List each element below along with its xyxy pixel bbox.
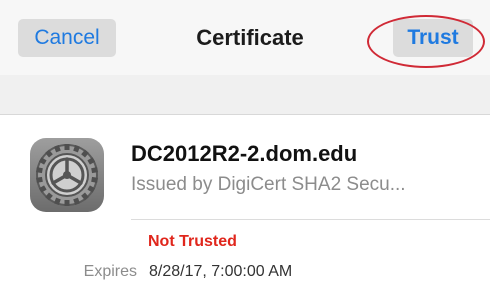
certificate-name: DC2012R2-2.dom.edu: [131, 141, 358, 166]
divider: [131, 219, 490, 220]
navigation-bar: Cancel Certificate Trust: [0, 0, 490, 75]
trust-button[interactable]: Trust: [393, 19, 473, 57]
expires-value: 8/28/17, 7:00:00 AM: [149, 263, 293, 280]
divider: [0, 114, 490, 115]
section-spacer: [0, 75, 490, 115]
trust-status: Not Trusted: [148, 233, 237, 250]
certificate-issuer: Issued by DigiCert SHA2 Secu...: [131, 174, 406, 195]
cancel-button[interactable]: Cancel: [18, 19, 116, 57]
page-title: Certificate: [196, 25, 304, 50]
settings-gear-icon: [30, 138, 104, 212]
expires-label: Expires: [83, 263, 137, 280]
